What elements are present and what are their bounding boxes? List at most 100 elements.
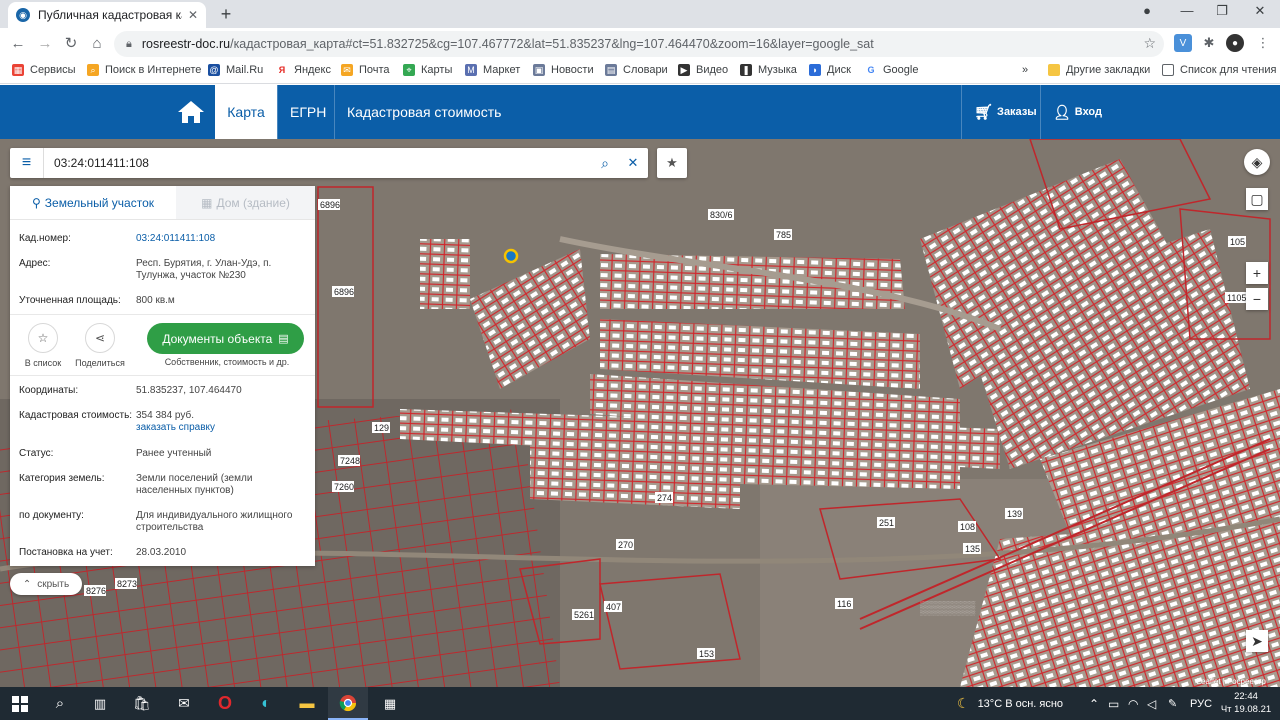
- nav-egrn[interactable]: ЕГРН: [278, 85, 338, 139]
- avatar[interactable]: ●: [1226, 34, 1244, 52]
- plot-label: 116: [837, 599, 851, 609]
- store-button[interactable]: 🛍︎: [122, 687, 162, 720]
- layers-button[interactable]: ◈: [1244, 149, 1270, 175]
- windows-taskbar: ⌕ ▥ 🛍︎ ✉ O ◐ ▬ ▦ ☾ 13°C В осн. ясно ⌃ ▭ …: [0, 687, 1280, 720]
- bookmarks-more-button[interactable]: »: [1022, 64, 1028, 76]
- other-bookmarks-label: Другие закладки: [1066, 64, 1151, 76]
- fullscreen-icon: ▢: [1250, 190, 1264, 207]
- plot-label: 251: [879, 518, 894, 528]
- dictionary-icon: ▤: [605, 64, 617, 76]
- plot-label: 105: [1230, 237, 1245, 247]
- mail-app-button[interactable]: ✉: [164, 687, 204, 720]
- weather-widget[interactable]: ☾ 13°C В осн. ясно: [957, 687, 1063, 720]
- geolocate-button[interactable]: ➤: [1246, 630, 1268, 652]
- orders-button[interactable]: 🛒︎ Заказы: [974, 85, 1037, 139]
- bookmark-item[interactable]: Я Яндекс: [276, 64, 331, 76]
- reading-list[interactable]: Список для чтения: [1162, 64, 1276, 76]
- bookmark-item[interactable]: ❚ Музыка: [740, 64, 797, 76]
- tab-house[interactable]: ▦ Дом (здание): [176, 186, 315, 219]
- zoom-out-button[interactable]: −: [1246, 288, 1268, 310]
- address-bar[interactable]: 🔒︎ rosreestr-doc.ru /кадастровая_карта#c…: [114, 31, 1164, 57]
- maps-icon: ⌖: [403, 64, 415, 76]
- bookmark-item[interactable]: ▤ Словари: [605, 64, 668, 76]
- row-key: Кадастровая стоимость:: [19, 410, 133, 421]
- extensions-puzzle-icon[interactable]: ✱: [1200, 34, 1218, 52]
- bookmark-item[interactable]: ▶ Видео: [678, 64, 728, 76]
- menu-icon[interactable]: ≡: [10, 148, 44, 178]
- nav-map[interactable]: Карта: [215, 85, 277, 139]
- pen-icon[interactable]: ✎: [1168, 687, 1177, 720]
- row-key: Постановка на учет:: [19, 547, 113, 558]
- order-certificate-link[interactable]: заказать справку: [136, 422, 309, 434]
- other-bookmarks[interactable]: Другие закладки: [1048, 64, 1150, 76]
- mail-icon: ✉: [178, 695, 190, 711]
- fullscreen-button[interactable]: ▢: [1246, 188, 1268, 210]
- hide-panel-button[interactable]: ⌃ скрыть: [10, 573, 82, 595]
- row-key: по документу:: [19, 510, 84, 521]
- close-window-icon[interactable]: ✕: [1245, 3, 1275, 19]
- file-explorer-button[interactable]: ▬: [287, 687, 327, 720]
- bookmark-star-icon[interactable]: ☆: [1143, 35, 1156, 52]
- volume-icon[interactable]: ◁: [1147, 687, 1156, 720]
- share-label: Поделиться: [75, 358, 125, 368]
- chrome-button[interactable]: [328, 687, 368, 720]
- edge-button[interactable]: ◐: [246, 687, 286, 720]
- close-tab-icon[interactable]: ✕: [188, 8, 198, 22]
- home-icon[interactable]: [176, 99, 206, 125]
- apps-icon: ▦: [12, 64, 24, 76]
- plot-label: 135: [965, 544, 980, 554]
- bookmark-item[interactable]: ◗ Диск: [809, 64, 851, 76]
- language-indicator[interactable]: РУС: [1190, 687, 1212, 720]
- profile-menu-icon[interactable]: ●: [1132, 3, 1162, 18]
- system-clock[interactable]: 22:44 Чт 19.08.21: [1218, 690, 1274, 716]
- bookmark-item[interactable]: ⌖ Карты: [403, 64, 452, 76]
- home-icon[interactable]: ⌂: [87, 34, 107, 54]
- reload-icon[interactable]: ↻: [61, 34, 81, 54]
- documents-button[interactable]: Документы объекта ▤: [147, 323, 304, 354]
- bookmark-item[interactable]: ✉ Почта: [341, 64, 390, 76]
- document-icon: ▤: [278, 333, 289, 345]
- new-tab-icon[interactable]: +: [216, 4, 236, 25]
- clear-icon[interactable]: ✕: [618, 155, 648, 171]
- task-view-button[interactable]: ▥: [80, 687, 120, 720]
- plot-label: 7248: [340, 456, 360, 466]
- pinned-app-button[interactable]: ▦: [370, 687, 410, 720]
- cadastral-number-link[interactable]: 03:24:011411:108: [136, 233, 309, 245]
- add-to-list-button[interactable]: ☆: [28, 323, 58, 353]
- edge-icon: ◐: [261, 694, 271, 712]
- login-button[interactable]: 👤︎ Вход: [1053, 85, 1102, 139]
- bookmark-item[interactable]: @ Mail.Ru: [208, 64, 263, 76]
- favorites-star-button[interactable]: ★: [657, 148, 687, 178]
- tab-land-plot[interactable]: ⚲ Земельный участок: [10, 186, 176, 219]
- opera-icon: O: [217, 693, 232, 713]
- minimize-icon[interactable]: —: [1172, 3, 1202, 18]
- search-button[interactable]: ⌕: [40, 687, 80, 720]
- opera-button[interactable]: O: [205, 687, 245, 720]
- search-input[interactable]: 03:24:011411:108: [44, 156, 592, 170]
- tray-show-hidden-icon[interactable]: ⌃: [1089, 687, 1099, 720]
- chrome-menu-icon[interactable]: ⋮: [1254, 34, 1272, 52]
- map-attribution[interactable]: Leaflet | Росреестр: [1197, 677, 1266, 686]
- network-icon[interactable]: ▭: [1108, 687, 1119, 720]
- wifi-icon[interactable]: ◠: [1128, 687, 1138, 720]
- nav-cadastral-cost[interactable]: Кадастровая стоимость: [335, 85, 513, 139]
- row-key: Уточненная площадь:: [19, 295, 121, 306]
- zoom-in-button[interactable]: +: [1246, 262, 1268, 284]
- row-value: Респ. Бурятия, г. Улан-Удэ, п. Тулунжа, …: [136, 258, 272, 281]
- share-button[interactable]: ⋖: [85, 323, 115, 353]
- forward-icon[interactable]: →: [35, 34, 55, 54]
- extension-v-icon[interactable]: V: [1174, 34, 1192, 52]
- bookmark-item[interactable]: ⌕ Поиск в Интернете: [87, 64, 201, 76]
- back-icon[interactable]: ←: [8, 34, 28, 54]
- search-icon[interactable]: ⌕: [592, 155, 618, 172]
- bookmark-item[interactable]: M Маркет: [465, 64, 520, 76]
- plot-label: 8276: [86, 586, 106, 596]
- browser-tab[interactable]: ◉ Публичная кадастровая карта 2 ✕: [8, 2, 206, 28]
- maximize-icon[interactable]: ❐: [1207, 3, 1237, 19]
- bookmark-item[interactable]: ▣ Новости: [533, 64, 594, 76]
- plot-label: 7260: [334, 482, 354, 492]
- start-button[interactable]: [0, 687, 40, 720]
- bookmark-item[interactable]: G Google: [865, 64, 918, 76]
- selected-plot-marker[interactable]: [503, 248, 519, 264]
- bookmark-item[interactable]: ▦ Сервисы: [12, 64, 76, 76]
